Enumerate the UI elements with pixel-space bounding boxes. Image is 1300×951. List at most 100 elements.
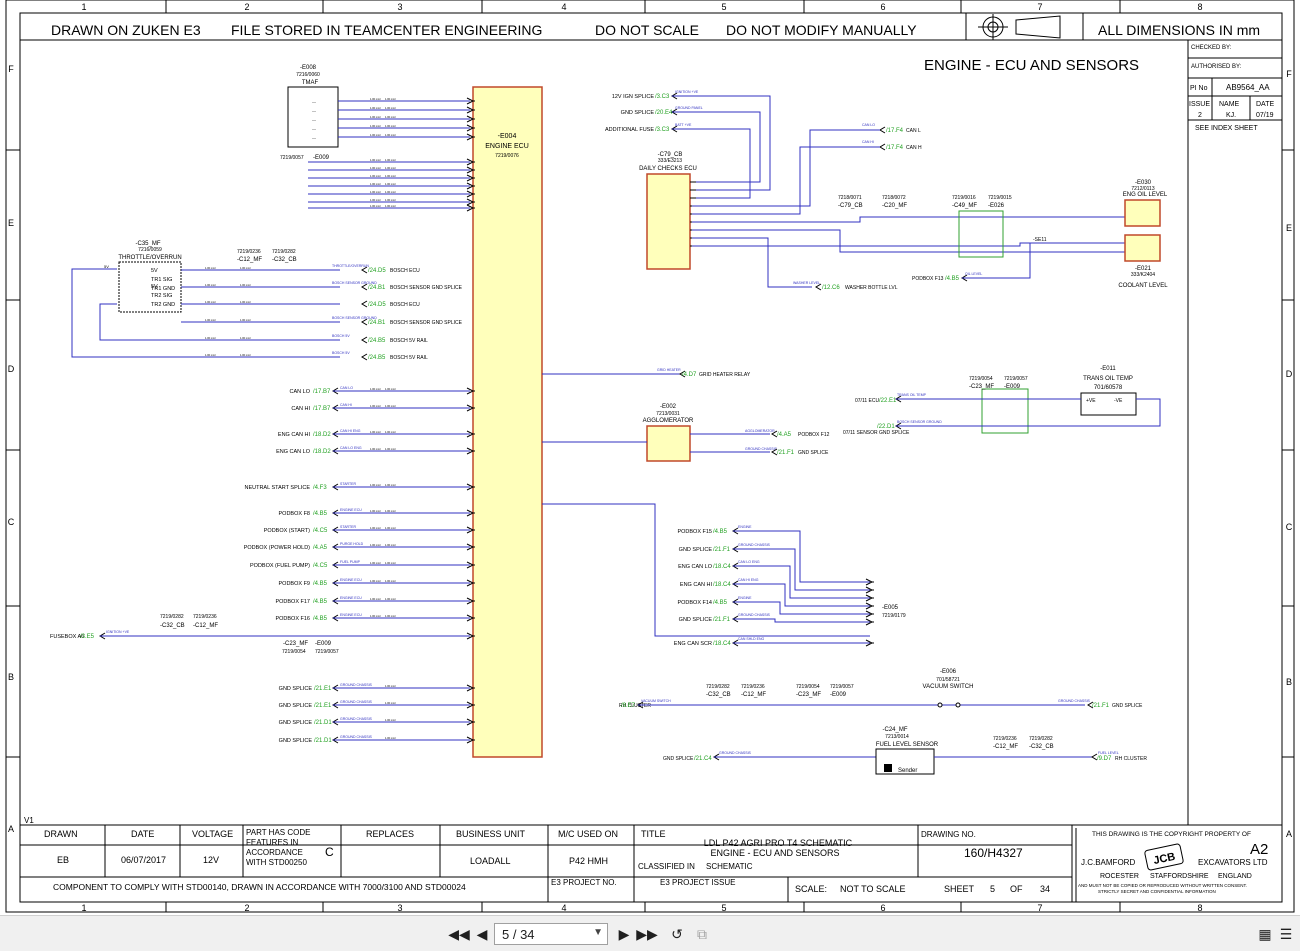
wire-gauge: 1.00 mm² [385,447,396,451]
grid-row-label: B [1286,677,1292,687]
tmaf-ref: -E008 [300,65,317,71]
wire-name: ENGINE ECU [340,613,362,617]
conn-ref: -C12_MF [193,623,218,629]
tmaf-pin: — [312,99,316,104]
wire-gauge: 1.00 mm² [205,353,216,357]
wire-gauge: 1.00 mm² [240,300,251,304]
signal-label: NEUTRAL START SPLICE [244,485,310,491]
page-display: 5 / 34 [502,926,535,942]
e021-name: COOLANT LEVEL [1118,283,1168,289]
cross-ref: /17.F4 [886,145,904,151]
e006-part: 701/58721 [936,677,960,683]
pin-num: 5V [104,264,109,269]
next-page-icon[interactable]: ▶ [614,924,634,944]
menu-icon[interactable]: ☰ [1276,924,1296,944]
wire-gauge: 1.00 mm² [370,526,381,530]
grid-col-label: 7 [1037,2,1042,12]
signal-label: ENG CAN LO [678,564,713,570]
signal-label: ADDITIONAL FUSE [605,127,654,133]
wire-gauge: 1.00 mm² [385,404,396,408]
cross-ref: /4.B5 [713,600,728,606]
prev-page-icon[interactable]: ◀ [472,924,492,944]
cross-ref: /21.F1 [1092,703,1110,709]
fuel-part: 7213/0014 [885,734,909,740]
wire-name: TRANS OIL TEMP [897,393,927,397]
throttle-pin-label: 5V [151,284,158,290]
wire-gauge: 1.00 mm² [370,204,381,208]
drawn-on-label: DRAWN ON ZUKEN E3 [51,22,201,38]
wire-gauge: 1.00 mm² [385,158,396,162]
signal-label: ENG CAN LO [276,449,311,455]
daily-part: 333/E3213 [658,158,682,164]
wire-gauge: 1.00 mm² [370,182,381,186]
wire-name: VACUUM SWITCH [641,699,671,703]
cross-ref: /4.A5 [777,432,792,438]
wire-name: ENGINE ECU [340,596,362,600]
wire-gauge: 1.00 mm² [385,718,396,722]
business-unit-label: BUSINESS UNIT [456,829,526,839]
grid-row-label: E [1286,223,1292,233]
sheet-size: A2 [1250,841,1268,858]
cross-ref: /22.D1 [877,424,895,430]
conn-ref: -E009 [315,641,332,647]
wire-name: GROUND CHASSIS [340,700,373,704]
conn-part: 7219/0057 [1004,376,1028,382]
wire-gauge: 1.00 mm² [385,483,396,487]
wire-gauge: 1.00 mm² [385,614,396,618]
ecu-ref: -E004 [498,133,517,140]
signal-label: 07/11 SENSOR GND SPLICE [843,430,910,436]
wire-gauge: 1.00 mm² [370,124,381,128]
wire-gauge: 1.00 mm² [205,336,216,340]
pin-label: +VE [1086,398,1096,404]
wire-gauge: 1.00 mm² [370,387,381,391]
conn-part: 7219/0236 [193,614,217,620]
grid-row-label: F [1286,69,1292,79]
see-index-label: SEE INDEX SHEET [1195,125,1258,132]
cross-ref: /4.A5 [313,545,328,551]
signal-label: GND SPLICE [663,756,694,762]
replaces-label: REPLACES [366,829,414,839]
wire-name: BOSCH 5V [332,351,350,355]
wire-gauge: 1.00 mm² [370,198,381,202]
cross-ref: /4.B5 [713,529,728,535]
wire-gauge: 1.00 mm² [240,266,251,270]
conn-part: 7218/0072 [882,195,906,201]
drawn-label: DRAWN [44,829,78,839]
cross-ref: /4.B5 [313,581,328,587]
signal-label: ENG CAN HI [680,582,713,588]
wire-gauge: 1.00 mm² [370,509,381,513]
grid-col-label: 4 [561,903,566,913]
cross-ref-text: GND SPLICE [1112,703,1143,709]
signal-label: PODBOX (FUEL PUMP) [250,563,310,569]
last-page-icon[interactable]: ▶▶ [636,924,658,944]
classified-value: SCHEMATIC [706,862,753,871]
wire-name: ENGINE ECU [340,508,362,512]
page-selector[interactable]: 5 / 34 ▼ [494,923,608,945]
wire-name: WASHER LEVEL [793,281,820,285]
e005-part: 7219/0179 [882,613,906,619]
cross-ref: /4.D7 [682,372,697,378]
page-toolbar: ◀◀ ◀ 5 / 34 ▼ ▶ ▶▶ ↺ ⧉ ▦ ☰ [0,915,1300,951]
wire-gauge: 1.00 mm² [385,701,396,705]
signal-label: CAN LO [290,389,311,395]
drawing-no-label: DRAWING NO. [921,830,976,839]
single-page-view-icon[interactable]: ▦ [1255,924,1275,944]
wire-gauge: 1.00 mm² [370,404,381,408]
wire-gauge: 1.00 mm² [370,430,381,434]
wire-gauge: 1.00 mm² [240,336,251,340]
fit-page-icon[interactable]: ⧉ [692,924,712,944]
document-viewer[interactable]: DRAWN ON ZUKEN E3 FILE STORED IN TEAMCEN… [0,0,1300,915]
wire-gauge: 1.00 mm² [370,543,381,547]
signal-label: GND SPLICE [679,547,713,553]
conn-part: 7218/0071 [838,195,862,201]
wire-name: ENGINE ECU [340,578,362,582]
switch-contact [955,702,961,708]
rotate-icon[interactable]: ↺ [667,924,687,944]
first-page-icon[interactable]: ◀◀ [448,924,470,944]
e006-name: VACUUM SWITCH [923,684,974,690]
wire-name: CAN HI ENG [738,578,759,582]
wire-gauge: 1.00 mm² [370,483,381,487]
wire-name: GROUND CHASSIS [738,613,771,617]
tmaf-pin: — [312,108,316,113]
name-value: KJ. [1226,112,1236,119]
